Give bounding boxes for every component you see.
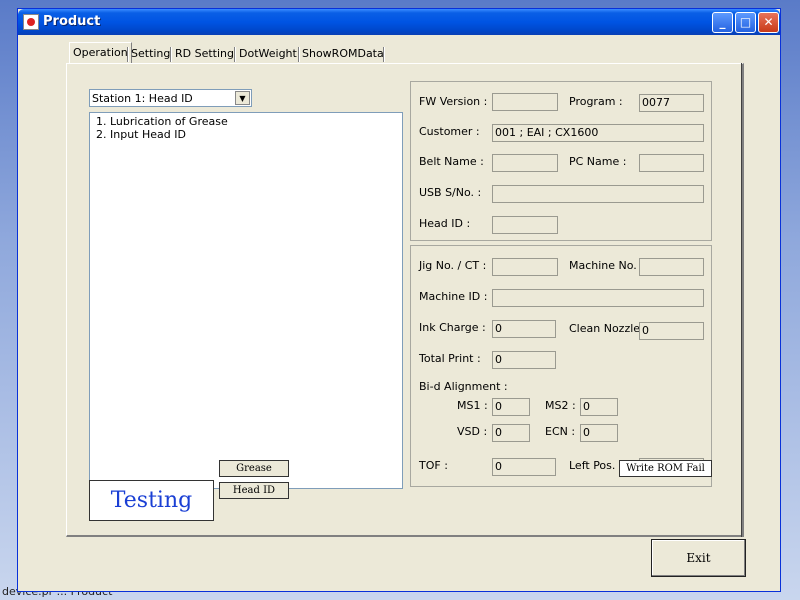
grease-button[interactable]: Grease xyxy=(219,460,289,477)
minimize-button[interactable]: _ xyxy=(712,12,733,33)
head-id-field xyxy=(492,216,558,234)
customer-field: 001 ; EAI ; CX1600 xyxy=(492,124,704,142)
chevron-down-icon[interactable]: ▼ xyxy=(235,91,250,105)
fw-version-label: FW Version : xyxy=(419,95,488,108)
total-print-label: Total Print : xyxy=(419,352,481,365)
clean-nozzle-label: Clean Nozzle xyxy=(569,322,641,335)
bid-alignment-label: Bi-d Alignment : xyxy=(419,380,508,393)
tof-label: TOF : xyxy=(419,459,448,472)
maximize-button[interactable]: □ xyxy=(735,12,756,33)
machine-id-label: Machine ID : xyxy=(419,290,488,303)
pc-name-field xyxy=(639,154,704,172)
program-field: 0077 xyxy=(639,94,704,112)
app-icon xyxy=(23,14,39,30)
ms1-label: MS1 : xyxy=(457,399,488,412)
pc-name-label: PC Name : xyxy=(569,155,627,168)
status-display: Testing xyxy=(89,480,214,521)
ink-charge-field: 0 xyxy=(492,320,556,338)
product-window: Product _ □ ✕ Operation Setting RD Setti… xyxy=(17,8,781,592)
ecn-field: 0 xyxy=(580,424,618,442)
vsd-label: VSD : xyxy=(457,425,488,438)
exit-button[interactable]: Exit xyxy=(651,539,746,577)
ms2-field: 0 xyxy=(580,398,618,416)
machine-group xyxy=(410,245,712,487)
vsd-field: 0 xyxy=(492,424,530,442)
tab-panel-edge xyxy=(741,63,742,537)
tab-rd-setting[interactable]: RD Setting xyxy=(172,44,237,63)
machine-id-field xyxy=(492,289,704,307)
tab-divider xyxy=(383,47,385,62)
tab-operation[interactable]: Operation xyxy=(69,42,132,64)
head-id-button[interactable]: Head ID xyxy=(219,482,289,499)
tab-setting[interactable]: Setting xyxy=(128,44,173,63)
belt-name-field xyxy=(492,154,558,172)
jig-label: Jig No. / CT : xyxy=(419,259,487,272)
close-button[interactable]: ✕ xyxy=(758,12,779,33)
machine-no-field xyxy=(639,258,704,276)
list-item: 1. Lubrication of Grease xyxy=(96,115,228,128)
total-print-field: 0 xyxy=(492,351,556,369)
tof-field: 0 xyxy=(492,458,556,476)
window-title: Product xyxy=(43,14,101,29)
ecn-label: ECN : xyxy=(545,425,576,438)
head-id-label: Head ID : xyxy=(419,217,471,230)
ms2-label: MS2 : xyxy=(545,399,576,412)
fw-version-field xyxy=(492,93,558,111)
belt-name-label: Belt Name : xyxy=(419,155,484,168)
usb-sno-label: USB S/No. : xyxy=(419,186,482,199)
ms1-field: 0 xyxy=(492,398,530,416)
write-rom-fail-status: Write ROM Fail xyxy=(619,460,712,477)
steps-list[interactable]: 1. Lubrication of Grease 2. Input Head I… xyxy=(89,112,403,489)
usb-sno-field xyxy=(492,185,704,203)
jig-field xyxy=(492,258,558,276)
machine-no-label: Machine No. xyxy=(569,259,637,272)
clean-nozzle-field: 0 xyxy=(639,322,704,340)
station-select[interactable]: Station 1: Head ID ▼ xyxy=(89,89,252,107)
left-pos-label: Left Pos. : xyxy=(569,459,623,472)
program-label: Program : xyxy=(569,95,623,108)
customer-label: Customer : xyxy=(419,125,480,138)
title-bar[interactable]: Product _ □ ✕ xyxy=(18,9,780,35)
ink-charge-label: Ink Charge : xyxy=(419,321,486,334)
list-item: 2. Input Head ID xyxy=(96,128,186,141)
station-select-value: Station 1: Head ID xyxy=(92,92,193,105)
tab-dotweight[interactable]: DotWeight xyxy=(236,44,300,63)
tab-showromdata[interactable]: ShowROMData xyxy=(299,44,387,63)
